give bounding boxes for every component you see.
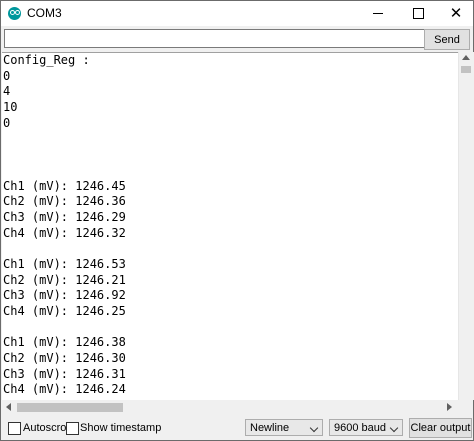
output-line: Ch1 (mV): 1246.53 — [3, 256, 126, 271]
send-bar: Send — [1, 26, 473, 52]
scroll-up-icon[interactable] — [462, 55, 470, 60]
scroll-corner — [458, 400, 473, 415]
output-line: 0 — [3, 68, 11, 83]
arduino-logo-icon — [8, 7, 21, 20]
chevron-down-icon — [389, 423, 399, 433]
autoscroll-checkbox[interactable] — [8, 422, 21, 435]
bottom-bar: Autoscroll Show timestamp Newline 9600 b… — [1, 416, 473, 440]
title-bar: COM3 ✕ — [1, 1, 473, 26]
output-line: Ch3 (mV): 1246.31 — [3, 366, 126, 381]
output-line: 10 — [3, 100, 18, 115]
output-line: Ch2 (mV): 1246.21 — [3, 272, 126, 287]
output-line: Ch4 (mV): 1246.24 — [3, 382, 126, 397]
output-line: Ch2 (mV): 1246.36 — [3, 194, 126, 209]
horizontal-scroll-thumb[interactable] — [17, 403, 123, 412]
output-line: Ch4 (mV): 1246.25 — [3, 304, 126, 318]
send-button[interactable]: Send — [424, 29, 470, 50]
serial-monitor-window: COM3 ✕ Send Config_Reg :0 4 10 0 Ch1 (mV): 1… — [0, 0, 474, 441]
scroll-right-icon[interactable] — [447, 403, 452, 411]
output-line: 4 — [3, 84, 11, 99]
minimize-button[interactable] — [359, 1, 397, 26]
line-ending-select[interactable]: Newline — [245, 419, 323, 436]
baud-rate-value: 9600 baud — [334, 421, 386, 434]
show-timestamp-checkbox[interactable] — [66, 422, 79, 435]
vertical-scroll-thumb[interactable] — [461, 66, 471, 73]
close-button[interactable]: ✕ — [437, 1, 474, 26]
output-line: Ch1 (mV): 1246.45 — [3, 178, 126, 193]
maximize-button[interactable] — [399, 1, 437, 26]
output-line: Ch3 (mV): 1246.92 — [3, 288, 126, 303]
clear-output-button[interactable]: Clear output — [409, 418, 472, 438]
line-ending-value: Newline — [250, 421, 290, 434]
horizontal-scrollbar[interactable] — [2, 400, 458, 415]
autoscroll-label: Autoscroll — [23, 422, 72, 434]
baud-rate-select[interactable]: 9600 baud — [329, 419, 403, 436]
window-title: COM3 — [27, 6, 62, 20]
chevron-down-icon — [309, 423, 319, 433]
show-timestamp-label: Show timestamp — [80, 422, 162, 434]
output-line: Ch2 (mV): 1246.30 — [3, 351, 126, 366]
output-line: Ch4 (mV): 1246.32 — [3, 225, 126, 240]
output-line: 0 — [3, 115, 11, 130]
output-line: Ch1 (mV): 1246.38 — [3, 335, 126, 350]
scroll-left-icon[interactable] — [6, 403, 11, 411]
output-line: Config_Reg : — [3, 53, 90, 67]
close-icon: ✕ — [449, 5, 463, 22]
minimize-icon — [373, 13, 383, 14]
send-input[interactable] — [4, 29, 427, 48]
output-line: Ch3 (mV): 1246.29 — [3, 209, 126, 224]
serial-output[interactable]: Config_Reg :0 4 10 0 Ch1 (mV): 1246.45 Ch2 (m… — [2, 52, 458, 401]
vertical-scrollbar[interactable] — [458, 52, 474, 400]
maximize-icon — [412, 8, 424, 19]
